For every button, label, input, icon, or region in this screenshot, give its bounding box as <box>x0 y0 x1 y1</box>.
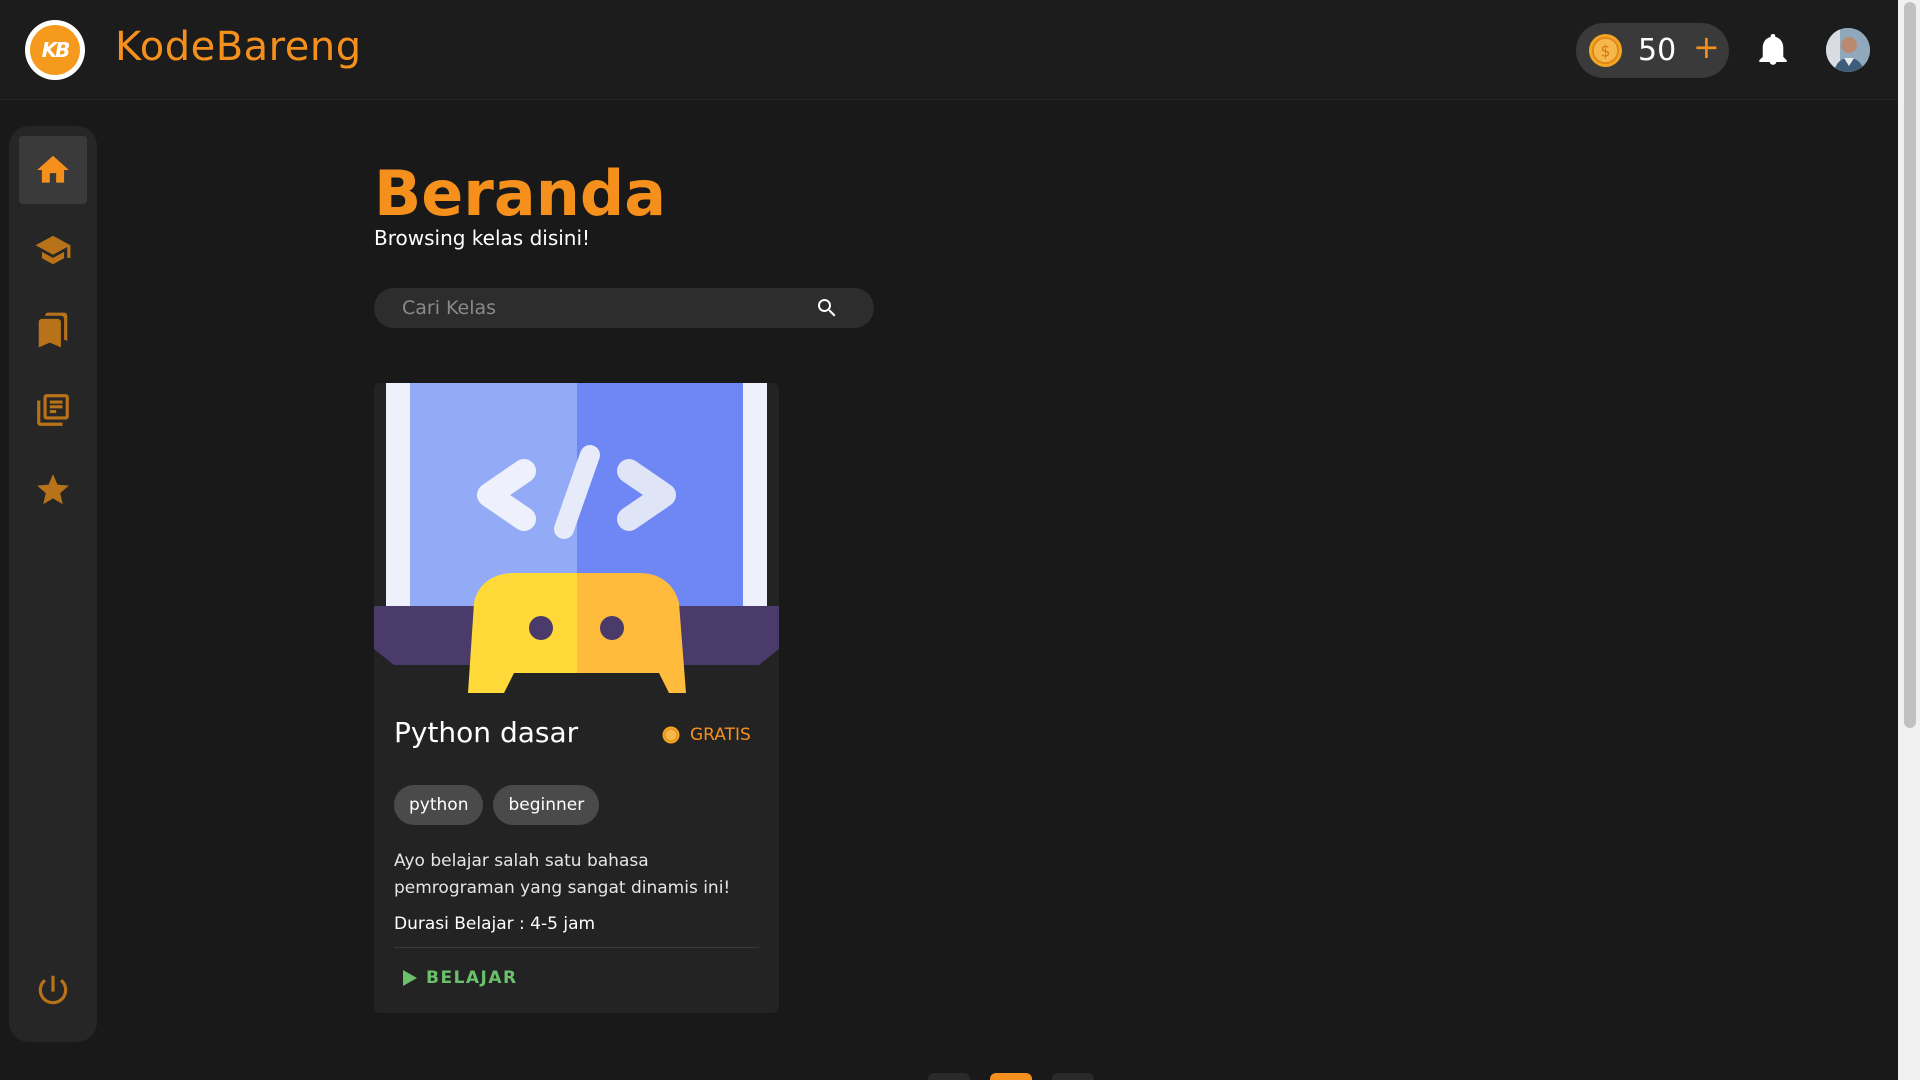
sidebar-item-bookmarks[interactable] <box>19 296 87 364</box>
start-learning-label: BELAJAR <box>426 968 518 988</box>
pagination-prev-button[interactable] <box>928 1073 970 1080</box>
sidebar-item-favorites[interactable] <box>19 456 87 524</box>
newspaper-icon <box>37 394 69 426</box>
course-duration: Durasi Belajar : 4-5 jam <box>394 914 596 934</box>
coin-count: 50 <box>1638 33 1677 68</box>
page-title: Beranda <box>374 157 667 230</box>
home-icon <box>37 155 69 183</box>
sidebar-item-courses[interactable] <box>19 216 87 284</box>
coin-icon: $ <box>1588 33 1623 68</box>
play-icon <box>403 970 417 986</box>
svg-text:$: $ <box>1601 42 1611 60</box>
scrollbar-thumb[interactable] <box>1904 2 1916 728</box>
logout-button[interactable] <box>19 956 87 1024</box>
search-input[interactable] <box>402 288 802 328</box>
pagination-current-page[interactable] <box>990 1073 1032 1080</box>
course-card[interactable]: Python dasar GRATIS python beginner Ayo … <box>374 383 779 1013</box>
power-icon <box>38 975 68 1005</box>
user-avatar[interactable] <box>1826 28 1870 72</box>
star-icon <box>37 474 69 505</box>
price-label: GRATIS <box>690 725 751 745</box>
sidebar-item-home[interactable] <box>19 136 87 204</box>
course-thumbnail <box>374 383 779 693</box>
coin-icon <box>662 726 680 744</box>
sidebar <box>9 126 97 1042</box>
add-coins-button[interactable]: + <box>1693 28 1720 66</box>
graduation-cap-icon <box>35 235 71 265</box>
start-learning-button[interactable]: BELAJAR <box>402 968 518 988</box>
course-title[interactable]: Python dasar <box>394 716 578 749</box>
top-bar: KB KodeBareng $ 50 + <box>0 0 1898 100</box>
avatar-image <box>1826 28 1870 72</box>
search-icon[interactable] <box>815 296 839 320</box>
pagination-next-button[interactable] <box>1052 1073 1094 1080</box>
divider <box>394 947 759 948</box>
page-subtitle: Browsing kelas disini! <box>374 226 591 250</box>
bell-icon[interactable] <box>1759 34 1787 66</box>
bookmarks-icon <box>38 312 68 348</box>
search-bar <box>374 288 874 328</box>
tag-beginner[interactable]: beginner <box>493 785 600 825</box>
brand-name[interactable]: KodeBareng <box>115 24 362 70</box>
tag-list: python beginner <box>394 785 600 825</box>
course-description: Ayo belajar salah satu bahasa pemrograma… <box>394 851 731 898</box>
logo-mark: KB <box>30 25 80 75</box>
logo[interactable]: KB <box>25 20 85 80</box>
price-badge: GRATIS <box>662 725 751 745</box>
sidebar-item-articles[interactable] <box>19 376 87 444</box>
coin-balance: $ 50 + <box>1576 23 1729 78</box>
tag-python[interactable]: python <box>394 785 484 825</box>
